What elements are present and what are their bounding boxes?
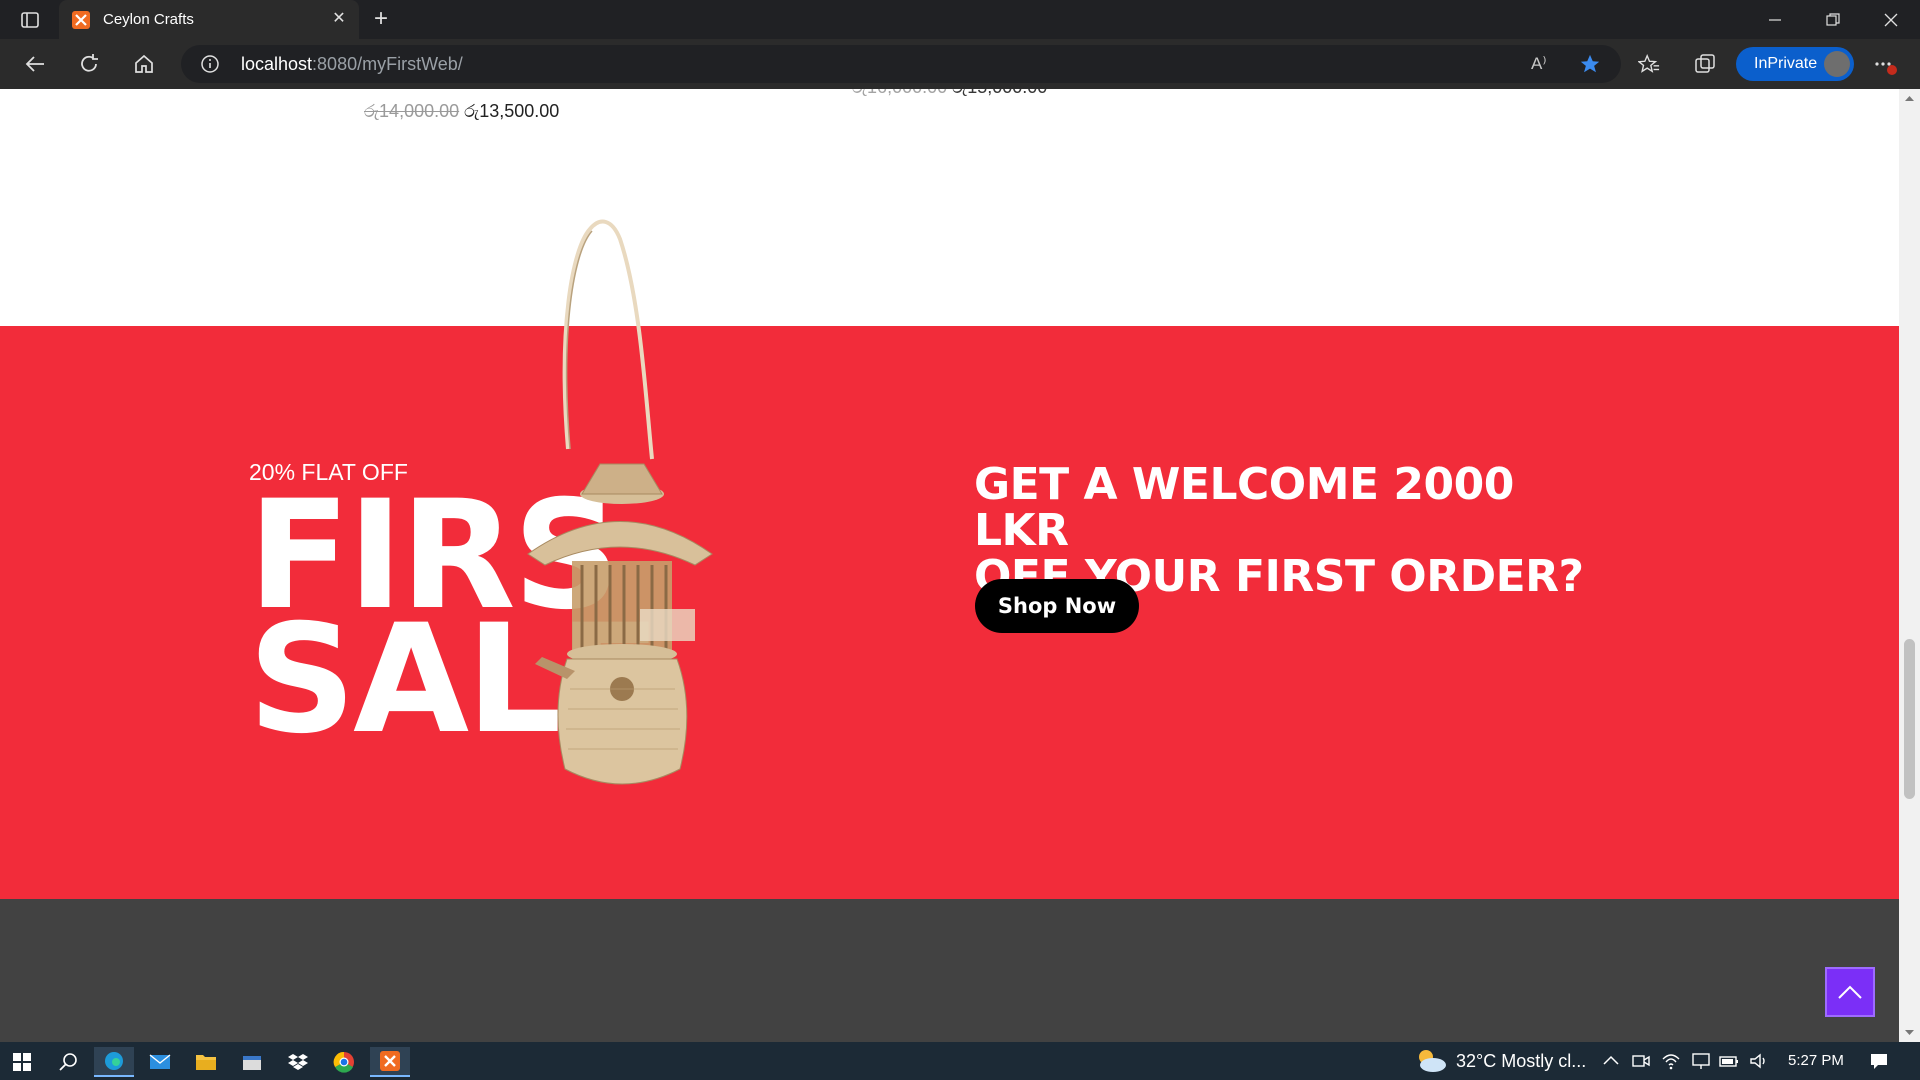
meet-now-icon[interactable] — [1631, 1051, 1651, 1071]
old-price: රු16,000.00 — [852, 89, 947, 97]
product-price: රු14,000.00 රු13,500.00 — [364, 101, 559, 122]
address-bar[interactable]: localhost:8080/myFirstWeb/ A⁾ — [181, 45, 1621, 83]
windows-taskbar: 32°C Mostly cl... 5:27 PM — [0, 1042, 1920, 1080]
browser-tab[interactable]: Ceylon Crafts ✕ — [59, 0, 359, 39]
home-icon[interactable] — [127, 48, 161, 80]
edge-icon[interactable] — [94, 1047, 134, 1077]
current-price: රු13,500.00 — [464, 101, 560, 121]
tab-title: Ceylon Crafts — [103, 11, 194, 28]
url-host: localhost — [241, 54, 313, 74]
dropbox-icon[interactable] — [278, 1047, 318, 1077]
network-display-icon[interactable] — [1691, 1051, 1711, 1071]
product-price: රු16,000.00 රු15,000.00 — [852, 89, 1047, 98]
site-info-icon[interactable] — [201, 55, 219, 73]
shop-now-button[interactable]: Shop Now — [975, 579, 1139, 633]
file-explorer-icon[interactable] — [186, 1047, 226, 1077]
weather-cloud-icon[interactable] — [1414, 1048, 1448, 1074]
restore-icon[interactable] — [1813, 6, 1853, 34]
new-tab-icon[interactable]: + — [368, 7, 394, 33]
inprivate-label: InPrivate — [1754, 55, 1818, 72]
url-text[interactable]: localhost:8080/myFirstWeb/ — [241, 54, 463, 75]
wifi-icon[interactable] — [1661, 1051, 1681, 1071]
wicker-lantern-image — [527, 219, 713, 785]
scroll-up-arrow-icon[interactable] — [1904, 94, 1915, 102]
tab-actions-icon[interactable] — [14, 8, 46, 32]
chrome-icon[interactable] — [324, 1047, 364, 1077]
chevron-up-icon[interactable] — [1601, 1051, 1621, 1071]
read-aloud-icon[interactable]: A⁾ — [1531, 54, 1547, 74]
url-path: :8080/myFirstWeb/ — [312, 54, 463, 74]
scrollbar-thumb[interactable] — [1904, 639, 1915, 799]
promo-headline-line-1: GET A WELCOME 2000 LKR — [974, 459, 1514, 556]
scroll-down-arrow-icon[interactable] — [1904, 1029, 1915, 1037]
xampp-icon[interactable] — [370, 1047, 410, 1077]
battery-icon[interactable] — [1719, 1051, 1739, 1071]
xampp-favicon-icon — [72, 11, 90, 29]
close-window-icon[interactable] — [1871, 6, 1911, 34]
back-icon[interactable] — [18, 48, 52, 80]
collections-icon[interactable] — [1688, 48, 1722, 80]
store-icon[interactable] — [232, 1047, 272, 1077]
avatar — [1824, 51, 1850, 77]
browser-tab-bar: Ceylon Crafts ✕ + — [0, 0, 1920, 39]
refresh-icon[interactable] — [72, 48, 106, 80]
current-price: රු15,000.00 — [952, 89, 1047, 97]
favorites-icon[interactable] — [1632, 48, 1666, 80]
page-scrollbar[interactable] — [1899, 89, 1920, 1042]
favorite-star-icon[interactable] — [1579, 53, 1601, 80]
weather-text[interactable]: 32°C Mostly cl... — [1456, 1051, 1586, 1072]
more-options-icon[interactable] — [1868, 48, 1902, 80]
mail-icon[interactable] — [140, 1047, 180, 1077]
tab-close-icon[interactable]: ✕ — [329, 9, 349, 29]
inprivate-button[interactable]: InPrivate — [1736, 47, 1854, 81]
volume-icon[interactable] — [1749, 1051, 1769, 1071]
old-price: රු14,000.00 — [364, 101, 460, 121]
search-icon[interactable] — [48, 1047, 88, 1077]
taskbar-clock[interactable]: 5:27 PM — [1788, 1052, 1844, 1069]
footer — [0, 899, 1899, 1042]
browser-toolbar: localhost:8080/myFirstWeb/ A⁾ InPrivate — [0, 39, 1920, 89]
start-icon[interactable] — [2, 1047, 42, 1077]
chevron-up-icon — [1838, 985, 1862, 999]
page-viewport: රු14,000.00 රු13,500.00 රු16,000.00 රු15… — [0, 89, 1899, 1042]
minimize-icon[interactable] — [1755, 6, 1795, 34]
notifications-icon[interactable] — [1869, 1051, 1889, 1071]
back-to-top-button[interactable] — [1825, 967, 1875, 1017]
